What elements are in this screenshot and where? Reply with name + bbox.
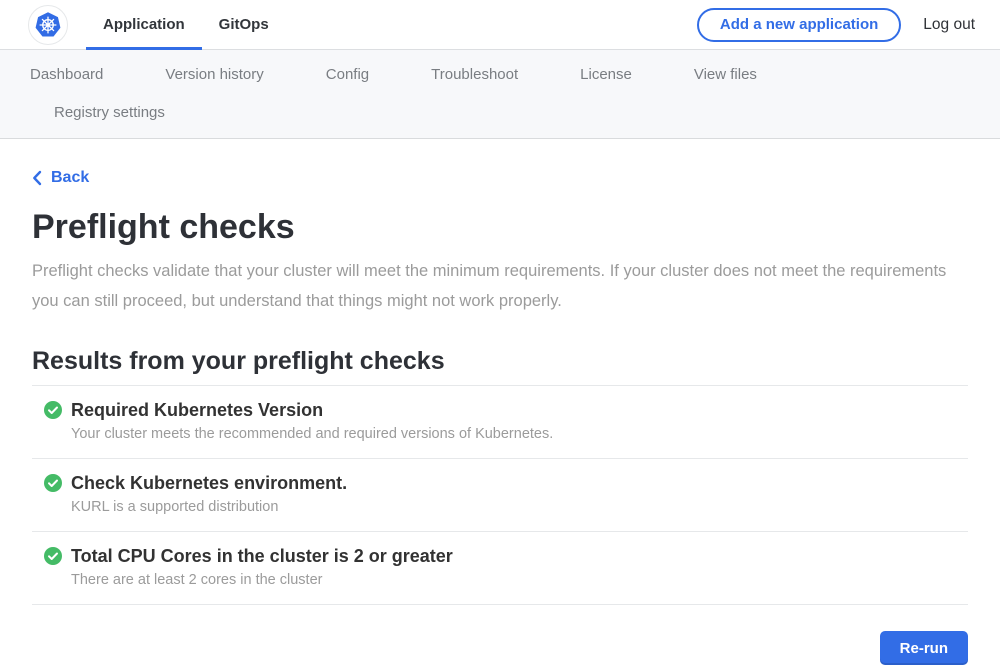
subnav-item-view-files[interactable]: View files: [694, 62, 757, 88]
check-pass-icon: [44, 474, 62, 492]
logout-link[interactable]: Log out: [923, 16, 975, 34]
back-link[interactable]: Back: [32, 169, 89, 187]
add-new-application-button[interactable]: Add a new application: [697, 8, 901, 42]
page-description: Preflight checks validate that your clus…: [32, 256, 954, 316]
check-title: Required Kubernetes Version: [71, 399, 553, 421]
check-content: Total CPU Cores in the cluster is 2 or g…: [71, 545, 453, 589]
tab-application-label: Application: [103, 16, 185, 33]
subnav-item-dashboard[interactable]: Dashboard: [30, 62, 103, 88]
footer-actions: Re-run: [32, 631, 968, 665]
app-subnav: Dashboard Version history Config Trouble…: [0, 50, 1000, 139]
check-message: There are at least 2 cores in the cluste…: [71, 571, 453, 589]
preflight-check-row: Total CPU Cores in the cluster is 2 or g…: [32, 532, 968, 605]
rerun-button[interactable]: Re-run: [880, 631, 968, 665]
subnav-item-license[interactable]: License: [580, 62, 632, 88]
tab-application[interactable]: Application: [86, 0, 202, 50]
kubernetes-logo: [28, 5, 68, 45]
check-message: KURL is a supported distribution: [71, 498, 347, 516]
preflight-check-row: Check Kubernetes environment. KURL is a …: [32, 459, 968, 532]
check-content: Required Kubernetes Version Your cluster…: [71, 399, 553, 443]
subnav-item-version-history[interactable]: Version history: [165, 62, 263, 88]
page-title: Preflight checks: [32, 207, 968, 247]
top-header: Application GitOps Add a new application…: [0, 0, 1000, 50]
preflight-results-list: Required Kubernetes Version Your cluster…: [32, 385, 968, 605]
results-heading: Results from your preflight checks: [32, 346, 968, 376]
preflight-check-row: Required Kubernetes Version Your cluster…: [32, 386, 968, 459]
primary-tabs: Application GitOps: [86, 0, 286, 50]
subnav-item-troubleshoot[interactable]: Troubleshoot: [431, 62, 518, 88]
back-link-label: Back: [51, 169, 89, 187]
check-title: Check Kubernetes environment.: [71, 472, 347, 494]
check-message: Your cluster meets the recommended and r…: [71, 425, 553, 443]
kubernetes-logo-icon: [31, 8, 65, 42]
check-pass-icon: [44, 547, 62, 565]
chevron-left-icon: [32, 170, 42, 186]
tab-gitops[interactable]: GitOps: [202, 0, 286, 50]
tab-gitops-label: GitOps: [219, 16, 269, 33]
check-content: Check Kubernetes environment. KURL is a …: [71, 472, 347, 516]
check-pass-icon: [44, 401, 62, 419]
check-title: Total CPU Cores in the cluster is 2 or g…: [71, 545, 453, 567]
preflight-page: Back Preflight checks Preflight checks v…: [0, 139, 1000, 666]
subnav-item-registry-settings[interactable]: Registry settings: [54, 100, 165, 126]
subnav-item-config[interactable]: Config: [326, 62, 369, 88]
